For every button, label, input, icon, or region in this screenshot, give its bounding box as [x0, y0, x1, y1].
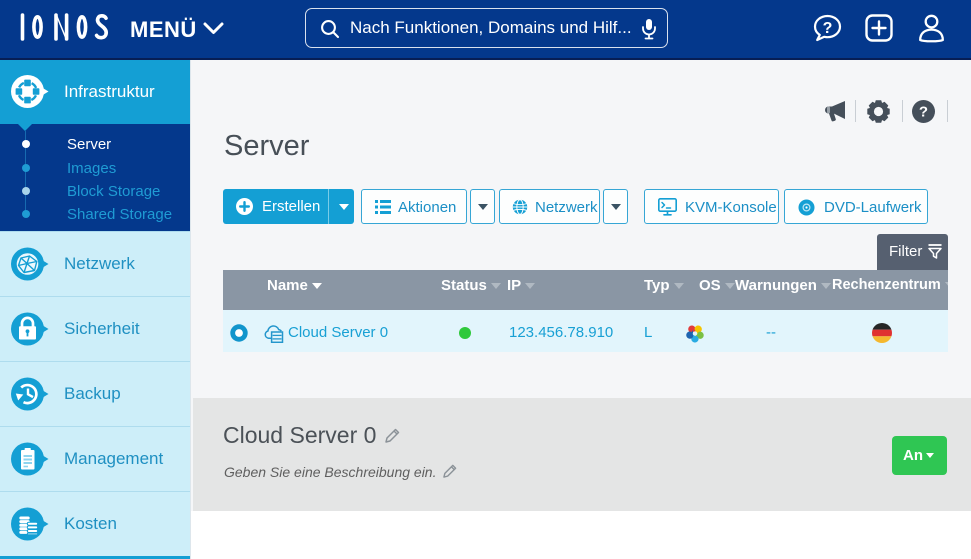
svg-text:?: ?	[919, 104, 928, 121]
svg-text:?: ?	[823, 20, 833, 37]
